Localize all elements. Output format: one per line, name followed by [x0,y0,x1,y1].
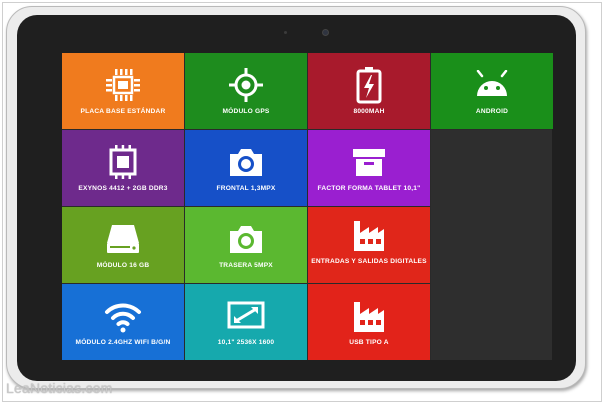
tile-placa-base[interactable]: PLACA BASE ESTÁNDAR [62,53,184,129]
tile-android[interactable]: ANDROID [431,53,553,129]
factory-icon [349,215,389,255]
tile-label: EXYNOS 4412 + 2GB DDR3 [78,185,168,192]
tablet-bezel: PLACA BASE ESTÁNDAR MÓDULO GPS 8000MAH A… [17,15,576,381]
factory-icon [349,296,389,336]
box-icon [349,142,389,182]
tile-label: FACTOR FORMA TABLET 10,1" [317,185,421,192]
tile-label: FRONTAL 1,3MPX [216,185,276,192]
battery-icon [349,65,389,105]
tile-label: ENTRADAS Y SALIDAS DIGITALES [311,258,427,265]
tile-storage[interactable]: MÓDULO 16 GB [62,207,184,283]
storage-drive-icon [103,219,143,259]
tile-usb[interactable]: USB TIPO A [308,284,430,360]
tile-label: 8000MAH [353,108,385,115]
watermark-text: LeaNoticias.com [6,380,113,396]
tile-label: 10,1" 2536X 1600 [217,339,275,346]
tile-display[interactable]: 10,1" 2536X 1600 [185,284,307,360]
tile-label: ANDROID [475,108,509,115]
screen-resize-icon [226,296,266,336]
camera-icon [226,142,266,182]
tile-label: TRASERA 5MPX [219,262,273,269]
processor-chip-icon [103,142,143,182]
tile-form-factor[interactable]: FACTOR FORMA TABLET 10,1" [308,130,430,206]
motherboard-icon [103,65,143,105]
empty-tile-area [431,130,552,360]
tile-processor[interactable]: EXYNOS 4412 + 2GB DDR3 [62,130,184,206]
tile-label: PLACA BASE ESTÁNDAR [80,108,166,115]
proximity-sensor [284,31,287,34]
tile-rear-camera[interactable]: TRASERA 5MPX [185,207,307,283]
tile-label: MÓDULO 16 GB [96,262,150,269]
tile-wifi[interactable]: MÓDULO 2.4GHZ WIFI B/G/N [62,284,184,360]
tile-gps[interactable]: MÓDULO GPS [185,53,307,129]
android-icon [472,65,512,105]
tile-label: MÓDULO 2.4GHZ WIFI B/G/N [75,339,171,346]
tile-digital-io[interactable]: ENTRADAS Y SALIDAS DIGITALES [308,207,430,283]
tile-label: USB TIPO A [349,339,389,346]
wifi-icon [103,296,143,336]
tile-label: MÓDULO GPS [222,108,270,115]
front-camera-lens [323,30,328,35]
start-screen: PLACA BASE ESTÁNDAR MÓDULO GPS 8000MAH A… [62,53,553,360]
tile-front-camera[interactable]: FRONTAL 1,3MPX [185,130,307,206]
gps-crosshair-icon [226,65,266,105]
tile-battery[interactable]: 8000MAH [308,53,430,129]
camera-icon [226,219,266,259]
tablet-device: PLACA BASE ESTÁNDAR MÓDULO GPS 8000MAH A… [6,6,586,389]
